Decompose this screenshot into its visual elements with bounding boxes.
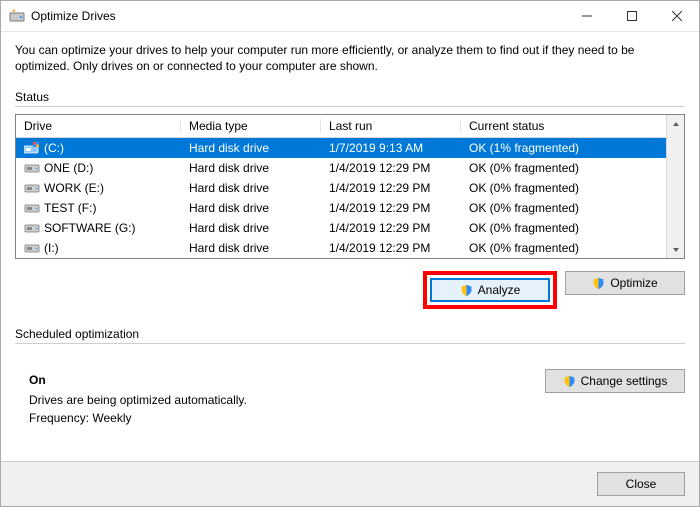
status-label: Status [15,90,685,104]
drive-icon [24,242,40,254]
drive-media: Hard disk drive [181,181,321,195]
drive-status: OK (0% fragmented) [461,241,666,255]
drive-name: ONE (D:) [44,161,93,175]
drive-icon [24,162,40,174]
scroll-down-icon[interactable] [667,241,684,258]
close-button[interactable] [654,1,699,31]
divider [15,106,685,107]
maximize-button[interactable] [609,1,654,31]
table-row[interactable]: (C:) Hard disk drive1/7/2019 9:13 AMOK (1… [16,138,666,158]
table-header: Drive Media type Last run Current status [16,115,666,138]
action-buttons: Analyze Optimize [15,271,685,309]
scheduled-status: On [29,373,531,387]
close-dialog-button[interactable]: Close [597,472,685,496]
shield-icon [563,375,576,388]
app-icon [9,8,25,24]
drive-last-run: 1/7/2019 9:13 AM [321,141,461,155]
optimize-button[interactable]: Optimize [565,271,685,295]
scroll-up-icon[interactable] [667,115,684,132]
col-media[interactable]: Media type [181,119,321,133]
drive-media: Hard disk drive [181,241,321,255]
analyze-label: Analyze [478,283,521,297]
drive-status: OK (0% fragmented) [461,161,666,175]
change-settings-button[interactable]: Change settings [545,369,685,393]
window-title: Optimize Drives [31,9,116,23]
drive-media: Hard disk drive [181,221,321,235]
drive-name: WORK (E:) [44,181,104,195]
drive-media: Hard disk drive [181,201,321,215]
drive-icon [24,182,40,194]
drive-icon [24,142,40,154]
drive-last-run: 1/4/2019 12:29 PM [321,201,461,215]
scheduled-auto-text: Drives are being optimized automatically… [29,393,531,407]
table-row[interactable]: WORK (E:) Hard disk drive1/4/2019 12:29 P… [16,178,666,198]
footer: Close [1,461,699,506]
intro-text: You can optimize your drives to help you… [15,42,685,74]
drive-status: OK (0% fragmented) [461,201,666,215]
table-row[interactable]: (I:) Hard disk drive1/4/2019 12:29 PMOK (… [16,238,666,258]
drive-last-run: 1/4/2019 12:29 PM [321,181,461,195]
optimize-label: Optimize [610,276,657,290]
col-last-run[interactable]: Last run [321,119,461,133]
drive-icon [24,202,40,214]
minimize-button[interactable] [564,1,609,31]
drive-last-run: 1/4/2019 12:29 PM [321,221,461,235]
shield-icon [460,284,473,297]
drive-media: Hard disk drive [181,161,321,175]
drive-status: OK (0% fragmented) [461,181,666,195]
change-settings-label: Change settings [581,374,668,388]
table-row[interactable]: SOFTWARE (G:) Hard disk drive1/4/2019 12:… [16,218,666,238]
titlebar: Optimize Drives [1,1,699,32]
analyze-button[interactable]: Analyze [430,278,550,302]
drive-name: (I:) [44,241,59,255]
drive-media: Hard disk drive [181,141,321,155]
col-status[interactable]: Current status [461,119,666,133]
drive-last-run: 1/4/2019 12:29 PM [321,241,461,255]
drive-status: OK (0% fragmented) [461,221,666,235]
drives-list[interactable]: Drive Media type Last run Current status… [15,114,685,259]
drive-name: SOFTWARE (G:) [44,221,136,235]
close-label: Close [626,477,657,491]
table-row[interactable]: ONE (D:) Hard disk drive1/4/2019 12:29 PM… [16,158,666,178]
drive-name: (C:) [44,141,64,155]
drive-name: TEST (F:) [44,201,96,215]
scrollbar[interactable] [666,115,684,258]
optimize-drives-window: Optimize Drives You can optimize your dr… [0,0,700,507]
scheduled-label: Scheduled optimization [15,327,685,341]
scheduled-frequency: Frequency: Weekly [29,411,531,425]
drive-last-run: 1/4/2019 12:29 PM [321,161,461,175]
drive-status: OK (1% fragmented) [461,141,666,155]
scheduled-info: On Drives are being optimized automatica… [15,369,531,429]
table-row[interactable]: TEST (F:) Hard disk drive1/4/2019 12:29 P… [16,198,666,218]
shield-icon [592,277,605,290]
drive-icon [24,222,40,234]
divider [15,343,685,344]
col-drive[interactable]: Drive [16,119,181,133]
